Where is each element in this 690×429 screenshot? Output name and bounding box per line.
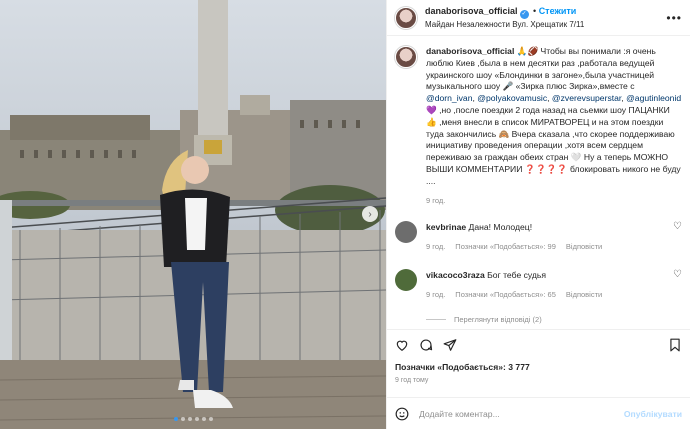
reply-button[interactable]: Відповісти	[566, 289, 602, 301]
post-photo[interactable]: ›	[0, 0, 386, 429]
carousel-indicator	[0, 417, 386, 421]
avatar[interactable]	[395, 268, 417, 291]
comment-text: Дана! Молодец!	[468, 221, 533, 232]
comment-meta: 9 год. Позначки «Подобається»: 65 Відпов…	[426, 289, 667, 301]
caption-text: danaborisova_official 🙏🏈 Чтобы вы понима…	[426, 46, 682, 188]
author-username[interactable]: danaborisova_official	[425, 6, 518, 16]
comment-icon[interactable]	[419, 338, 433, 352]
avatar[interactable]	[395, 6, 417, 29]
comment-meta: 9 год. Позначки «Подобається»: 99 Відпов…	[426, 241, 667, 253]
view-replies-label: Переглянути відповіді (2)	[454, 314, 542, 324]
post-actions: Позначки «Подобається»: 3 777 9 год тому	[387, 329, 690, 397]
verified-badge-icon: ✓	[519, 9, 529, 19]
photo-illustration	[0, 0, 386, 429]
post-comment-button[interactable]: Опублікувати	[624, 409, 682, 419]
mention-link[interactable]: @dorn_ivan	[426, 93, 472, 103]
carousel-dot	[208, 417, 213, 421]
share-icon[interactable]	[443, 338, 457, 352]
mention-link[interactable]: @agutinleonid	[626, 93, 681, 103]
replies-divider	[426, 318, 446, 320]
carousel-dot	[194, 417, 199, 421]
caption-username[interactable]: danaborisova_official	[426, 46, 514, 56]
comment-item: kevbrinae Дана! Молодец! 9 год. Позначки…	[395, 220, 682, 253]
post-time: 9 год тому	[395, 377, 429, 384]
heart-icon[interactable]: ♡	[673, 269, 682, 301]
avatar[interactable]	[395, 220, 417, 243]
caption-part: ,	[547, 93, 550, 104]
comment-likes[interactable]: Позначки «Подобається»: 99	[455, 241, 556, 253]
reply-button[interactable]: Відповісти	[566, 241, 602, 253]
carousel-dot	[173, 417, 178, 421]
comment-username[interactable]: kevbrinae	[426, 222, 466, 232]
like-heart-icon[interactable]	[395, 338, 409, 352]
post-header: danaborisova_official ✓ • Стежити Майдан …	[387, 0, 690, 36]
more-options-icon[interactable]: •••	[666, 11, 682, 25]
likes-count[interactable]: Позначки «Подобається»: 3 777	[395, 362, 682, 372]
mention-link[interactable]: @zverevsuperstar	[552, 93, 621, 103]
post-side-panel: danaborisova_official ✓ • Стежити Майдан …	[386, 0, 690, 429]
location-link[interactable]: Майдан Незалежности Вул. Хрещатик 7/11	[425, 19, 666, 31]
caption-time: 9 год.	[426, 195, 446, 205]
comment-likes[interactable]: Позначки «Подобається»: 65	[455, 289, 556, 301]
caption-part: ,	[472, 93, 475, 104]
carousel-dot	[180, 417, 185, 421]
comment-item: vikacoco3raza Бог тебе судья 9 год. Позн…	[395, 268, 682, 301]
caption-part: 💜 ,но ,после поездки 2 года назад на сье…	[426, 104, 681, 186]
emoji-icon[interactable]	[395, 407, 409, 421]
carousel-dot	[201, 417, 206, 421]
caption: danaborisova_official 🙏🏈 Чтобы вы понима…	[395, 46, 682, 205]
follow-button[interactable]: Стежити	[539, 6, 577, 16]
post-header-meta: danaborisova_official ✓ • Стежити Майдан …	[425, 5, 666, 31]
comment-time: 9 год.	[426, 241, 446, 251]
mention-link[interactable]: @polyakovamusic	[477, 93, 547, 103]
bookmark-icon[interactable]	[668, 338, 682, 352]
comments-list[interactable]: danaborisova_official 🙏🏈 Чтобы вы понима…	[387, 36, 690, 329]
comment-input[interactable]: Додайте коментар...	[419, 409, 614, 419]
comment-username[interactable]: vikacoco3raza	[426, 270, 485, 280]
next-slide-button[interactable]: ›	[362, 206, 378, 222]
add-comment-bar: Додайте коментар... Опублікувати	[387, 397, 690, 429]
heart-icon[interactable]: ♡	[673, 221, 682, 253]
view-replies-button[interactable]: Переглянути відповіді (2)	[426, 315, 682, 324]
carousel-dot	[187, 417, 192, 421]
comment-time: 9 год.	[426, 289, 446, 299]
post-dialog: › danaborisova_official ✓ • Стежити Майда…	[0, 0, 690, 429]
avatar[interactable]	[395, 46, 417, 68]
caption-part: ,	[621, 93, 624, 104]
comment-text: Бог тебе судья	[487, 269, 547, 280]
